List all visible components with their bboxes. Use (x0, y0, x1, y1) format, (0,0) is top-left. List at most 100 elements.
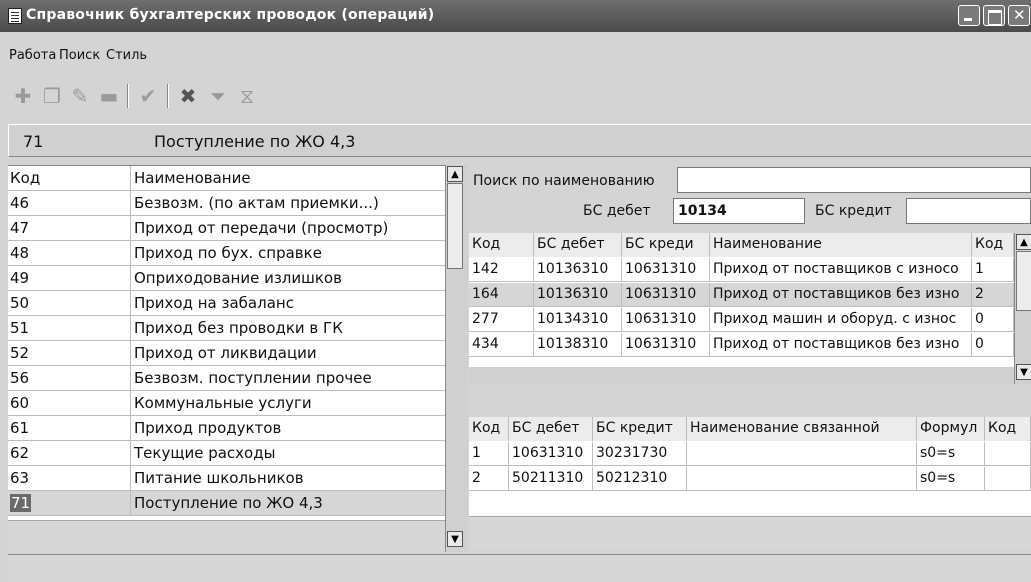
list-item-code: 52 (10, 344, 30, 362)
search-label: Поиск по наименованию (473, 173, 655, 189)
menu-bar: Работа Поиск Стиль (0, 32, 1031, 78)
filter-icon[interactable]: ⏷ (205, 82, 231, 110)
list-item[interactable]: 62 Текущие расходы (8, 441, 445, 466)
list-item-code: 56 (10, 369, 30, 387)
list-scrollbar[interactable]: ▲ ▼ (445, 165, 468, 552)
list-item[interactable]: 61 Приход продуктов (8, 416, 445, 441)
menu-work[interactable]: Работа (9, 48, 56, 63)
table-cell: 2 (469, 467, 509, 491)
list-item[interactable]: 51 Приход без проводки в ГК (8, 316, 445, 341)
column-header[interactable]: БС дебет (509, 417, 593, 441)
table-row[interactable]: 164 10136310 10631310 Приход от поставщиков… (469, 283, 1014, 307)
close-button[interactable] (1008, 5, 1030, 26)
status-bar (8, 554, 1031, 582)
list-item[interactable]: 48 Приход по бух. справке (8, 241, 445, 266)
column-header[interactable]: Код (469, 417, 509, 441)
table-row[interactable]: 142 10136310 10631310 Приход от поставщиков… (469, 258, 1014, 282)
column-header[interactable]: Наименование связанной (687, 417, 917, 441)
list-item-name: Коммунальные услуги (134, 394, 312, 412)
table-cell: 1 (972, 258, 1014, 282)
column-header-code[interactable]: Код (10, 169, 130, 187)
scroll-down-icon[interactable]: ▼ (1016, 364, 1031, 380)
list-item-name: Приход на забаланс (134, 294, 294, 312)
table-cell: 10631310 (622, 258, 710, 282)
list-item-code: 47 (10, 219, 30, 237)
scroll-up-icon[interactable]: ▲ (1016, 234, 1031, 250)
list-item[interactable]: 52 Приход от ликвидации (8, 341, 445, 366)
debit-label: БС дебет (583, 203, 651, 219)
list-item[interactable]: 63 Питание школьников (8, 466, 445, 491)
column-header[interactable]: Формул (917, 417, 985, 441)
scroll-thumb[interactable] (1016, 251, 1031, 311)
postings-table[interactable]: Код БС дебет БС креди Наименование Код 142 101… (469, 233, 1014, 367)
column-header[interactable]: БС креди (622, 233, 710, 257)
debit-filter-input[interactable]: 10134 (673, 198, 805, 224)
table-cell: 434 (469, 333, 534, 357)
table-row[interactable]: 2 50211310 50212310 s0=s (469, 467, 1031, 491)
column-header[interactable]: Наименование (710, 233, 972, 257)
edit-icon[interactable]: ✎ (67, 82, 93, 110)
table-cell: 277 (469, 308, 534, 332)
column-header[interactable]: БС кредит (593, 417, 687, 441)
scroll-thumb[interactable] (447, 183, 463, 269)
menu-search[interactable]: Поиск (59, 48, 100, 63)
list-item[interactable]: 60 Коммунальные услуги (8, 391, 445, 416)
search-input[interactable] (677, 167, 1031, 193)
cancel-icon[interactable]: ✖ (175, 82, 201, 110)
column-header[interactable]: Код (469, 233, 534, 257)
list-item-code: 62 (10, 444, 30, 462)
table-cell: 10138310 (534, 333, 622, 357)
list-item-code: 71 (10, 494, 32, 512)
column-header[interactable]: Код (985, 417, 1031, 441)
scroll-down-icon[interactable]: ▼ (447, 531, 463, 547)
table-cell: 50212310 (593, 467, 687, 491)
title-bar: Справочник бухгалтерских проводок (опера… (0, 0, 1031, 32)
list-item[interactable]: 47 Приход от передачи (просмотр) (8, 216, 445, 241)
checkmark-icon[interactable]: ✔ (135, 82, 161, 110)
list-item-name: Безвозм. поступлении прочее (134, 369, 372, 387)
table-cell: 0 (972, 308, 1014, 332)
operations-list[interactable]: Код Наименование 46 Безвозм. (по актам пр… (8, 165, 445, 520)
table-cell: 10631310 (509, 442, 593, 466)
postings-table-footer (469, 367, 1014, 384)
list-item[interactable]: 71 Поступление по ЖО 4,3 (8, 491, 445, 516)
list-item[interactable]: 46 Безвозм. (по актам приемки...) (8, 191, 445, 216)
table-row[interactable]: 1 10631310 30231730 s0=s (469, 442, 1031, 466)
list-item[interactable]: 56 Безвозм. поступлении прочее (8, 366, 445, 391)
list-item-code: 50 (10, 294, 30, 312)
list-item-name: Питание школьников (134, 469, 304, 487)
table-cell (985, 467, 1031, 491)
current-code: 71 (23, 132, 44, 151)
add-icon[interactable]: ✚ (10, 82, 36, 110)
table-row[interactable]: 277 10134310 10631310 Приход машин и оборуд… (469, 308, 1014, 332)
list-item[interactable]: 49 Оприходование излишков (8, 266, 445, 291)
table-cell (687, 467, 917, 491)
postings-scrollbar[interactable]: ▲ ▼ (1014, 233, 1031, 384)
list-item-name: Приход по бух. справке (134, 244, 322, 262)
list-item[interactable]: 50 Приход на забаланс (8, 291, 445, 316)
credit-filter-input[interactable] (906, 198, 1031, 224)
linked-table-footer (469, 516, 1031, 550)
column-header-name[interactable]: Наименование (134, 169, 251, 187)
toolbar-separator (167, 84, 169, 108)
list-item-name: Приход от передачи (просмотр) (134, 219, 389, 237)
clear-filter-icon[interactable]: ⧖ (234, 82, 260, 110)
toolbar: ✚ ❐ ✎ ▬ ✔ ✖ ⏷ ⧖ (0, 78, 1031, 116)
table-cell: Приход от поставщиков с износо (710, 258, 972, 282)
column-header[interactable]: БС дебет (534, 233, 622, 257)
table-cell: 50211310 (509, 467, 593, 491)
remove-icon[interactable]: ▬ (96, 82, 122, 110)
table-row[interactable]: 434 10138310 10631310 Приход от поставщиков… (469, 333, 1014, 357)
current-name: Поступление по ЖО 4,3 (154, 132, 356, 151)
menu-style[interactable]: Стиль (106, 48, 147, 63)
scroll-up-icon[interactable]: ▲ (447, 166, 463, 182)
maximize-button[interactable] (983, 5, 1005, 26)
column-header[interactable]: Код (972, 233, 1014, 257)
copy-icon[interactable]: ❐ (39, 82, 65, 110)
table-cell: 2 (972, 283, 1014, 307)
list-header: Код Наименование (8, 166, 445, 191)
list-item-name: Безвозм. (по актам приемки...) (134, 194, 379, 212)
minimize-button[interactable] (958, 5, 980, 26)
table-cell: 164 (469, 283, 534, 307)
list-item-name: Поступление по ЖО 4,3 (134, 494, 323, 512)
